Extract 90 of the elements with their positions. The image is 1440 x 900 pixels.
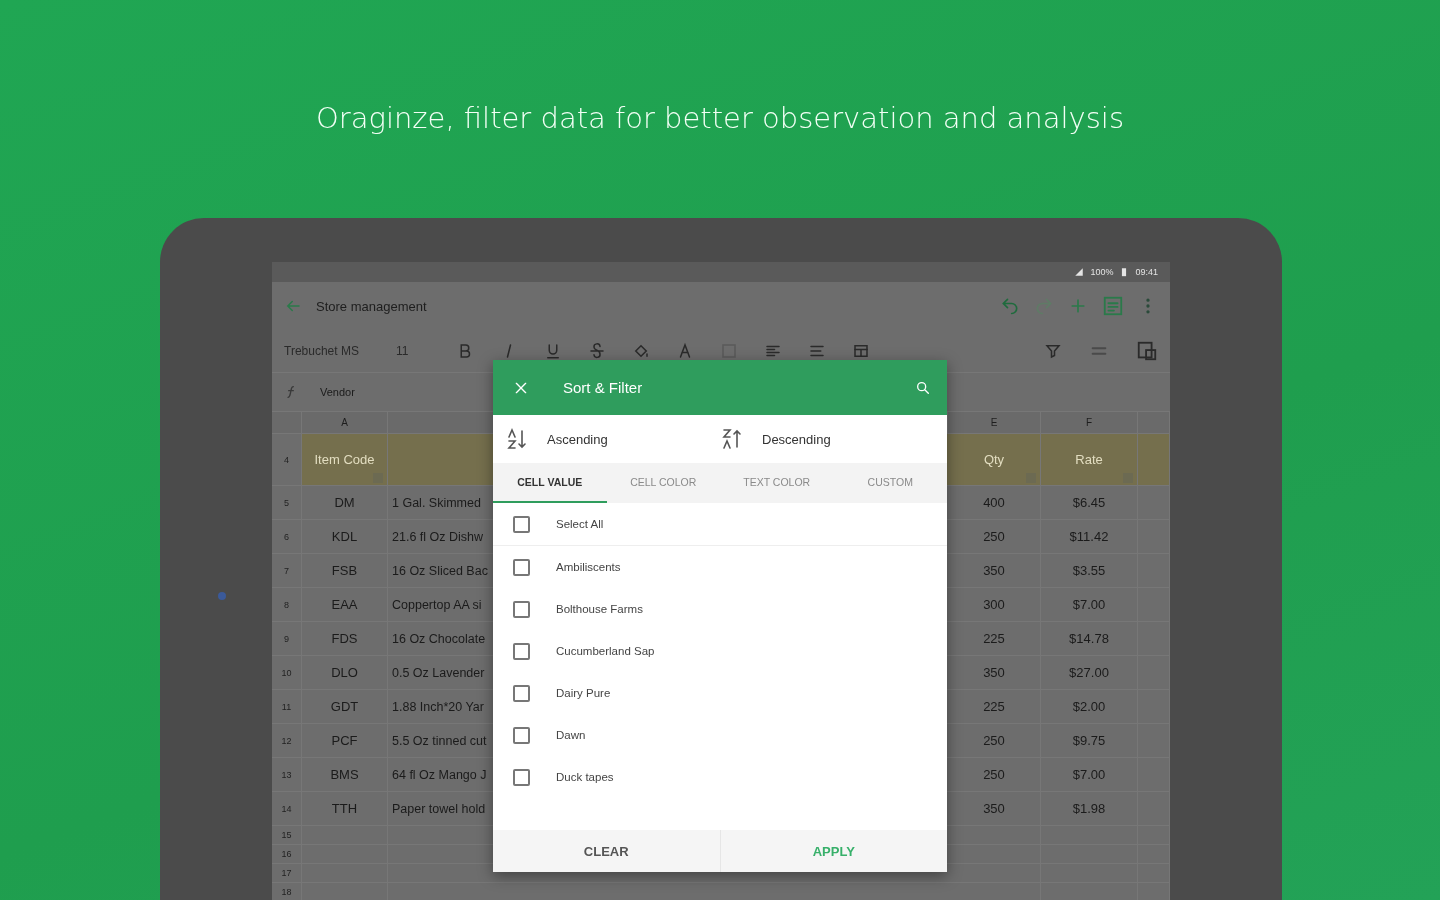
row-number: 14	[272, 792, 302, 826]
table-cell: $3.55	[1041, 554, 1138, 588]
header-cell[interactable]: Item Code	[302, 434, 388, 486]
table-cell: PCF	[302, 724, 388, 758]
checkbox-label: Dairy Pure	[556, 687, 611, 699]
row-number: 13	[272, 758, 302, 792]
corner-cell[interactable]	[272, 412, 302, 434]
checkbox-label: Dawn	[556, 729, 586, 741]
table-cell: $7.00	[1041, 758, 1138, 792]
column-header[interactable]: E	[948, 412, 1041, 434]
table-cell: 250	[948, 724, 1041, 758]
row-number: 11	[272, 690, 302, 724]
table-cell: 225	[948, 622, 1041, 656]
row-number: 12	[272, 724, 302, 758]
row-number: 8	[272, 588, 302, 622]
table-cell: $7.00	[1041, 588, 1138, 622]
row-number: 10	[272, 656, 302, 690]
sort-descending-icon	[720, 427, 744, 451]
header-cell[interactable]	[1138, 434, 1170, 486]
table-cell: GDT	[302, 690, 388, 724]
column-header[interactable]: F	[1041, 412, 1138, 434]
search-icon[interactable]	[915, 379, 931, 396]
table-cell: FDS	[302, 622, 388, 656]
row-number: 5	[272, 486, 302, 520]
row-number: 15	[272, 826, 302, 845]
camera-icon	[218, 592, 226, 600]
table-cell: DLO	[302, 656, 388, 690]
checkbox[interactable]	[513, 515, 530, 533]
table-cell: 400	[948, 486, 1041, 520]
table-cell: 350	[948, 792, 1041, 826]
row-number: 18	[272, 883, 302, 900]
header-cell[interactable]: Qty	[948, 434, 1041, 486]
sort-ascending-button[interactable]: Ascending	[505, 427, 720, 451]
checkbox-label: Cucumberland Sap	[556, 645, 655, 657]
sort-ascending-icon	[505, 427, 529, 451]
checkbox[interactable]	[513, 684, 530, 702]
checkbox-label: Select All	[556, 518, 604, 530]
battery-level: 100%	[1090, 267, 1114, 277]
table-cell: 250	[948, 520, 1041, 554]
dialog-title: Sort & Filter	[563, 379, 644, 396]
checkbox-label: Bolthouse Farms	[556, 603, 643, 615]
filter-tab[interactable]: CELL VALUE	[493, 463, 607, 503]
table-cell: 350	[948, 656, 1041, 690]
formula-value[interactable]: Vendor	[320, 386, 355, 398]
table-cell: TTH	[302, 792, 388, 826]
table-cell: 300	[948, 588, 1041, 622]
strikethrough-icon[interactable]	[588, 342, 606, 360]
table-cell: DM	[302, 486, 388, 520]
table-cell: KDL	[302, 520, 388, 554]
column-header[interactable]: A	[302, 412, 388, 434]
checkbox[interactable]	[513, 558, 530, 576]
row-number: 16	[272, 845, 302, 864]
fill-color-icon[interactable]	[632, 342, 650, 360]
headline: Oraginze, filter data for better observation and analysis	[314, 100, 1126, 136]
checkbox-label: Ambiliscents	[556, 561, 621, 573]
checkbox[interactable]	[513, 600, 530, 618]
row-number: 9	[272, 622, 302, 656]
filter-icon[interactable]	[1044, 342, 1062, 360]
table-cell: $9.75	[1041, 724, 1138, 758]
table-cell: FSB	[302, 554, 388, 588]
checkbox[interactable]	[513, 726, 530, 744]
table-cell: $2.00	[1041, 690, 1138, 724]
font-size[interactable]: 11	[396, 344, 456, 358]
signal-icon	[1074, 267, 1085, 277]
table-cell: 350	[948, 554, 1041, 588]
clear-button[interactable]: CLEAR	[493, 830, 721, 872]
table-cell: $14.78	[1041, 622, 1138, 656]
header-cell[interactable]: Rate	[1041, 434, 1138, 486]
table-icon[interactable]	[1136, 340, 1158, 362]
table-cell: $11.42	[1041, 520, 1138, 554]
table-cell: BMS	[302, 758, 388, 792]
row-number: 7	[272, 554, 302, 588]
table-cell: 250	[948, 758, 1041, 792]
checkbox-label: Duck tapes	[556, 771, 614, 783]
table-cell: $27.00	[1041, 656, 1138, 690]
sort-descending-button[interactable]: Descending	[720, 427, 935, 451]
font-name[interactable]: Trebuchet MS	[284, 344, 396, 358]
apply-button[interactable]: APPLY	[720, 830, 947, 872]
row-number: 6	[272, 520, 302, 554]
table-cell: 225	[948, 690, 1041, 724]
clock: 09:41	[1135, 267, 1158, 277]
table-cell: $6.45	[1041, 486, 1138, 520]
document-title: Store management	[316, 298, 428, 314]
merge-icon[interactable]	[852, 342, 870, 360]
table-cell: $1.98	[1041, 792, 1138, 826]
checkbox[interactable]	[513, 642, 530, 660]
row-number: 17	[272, 864, 302, 883]
checkbox[interactable]	[513, 768, 530, 786]
underline-icon[interactable]	[544, 342, 562, 360]
table-cell: EAA	[302, 588, 388, 622]
